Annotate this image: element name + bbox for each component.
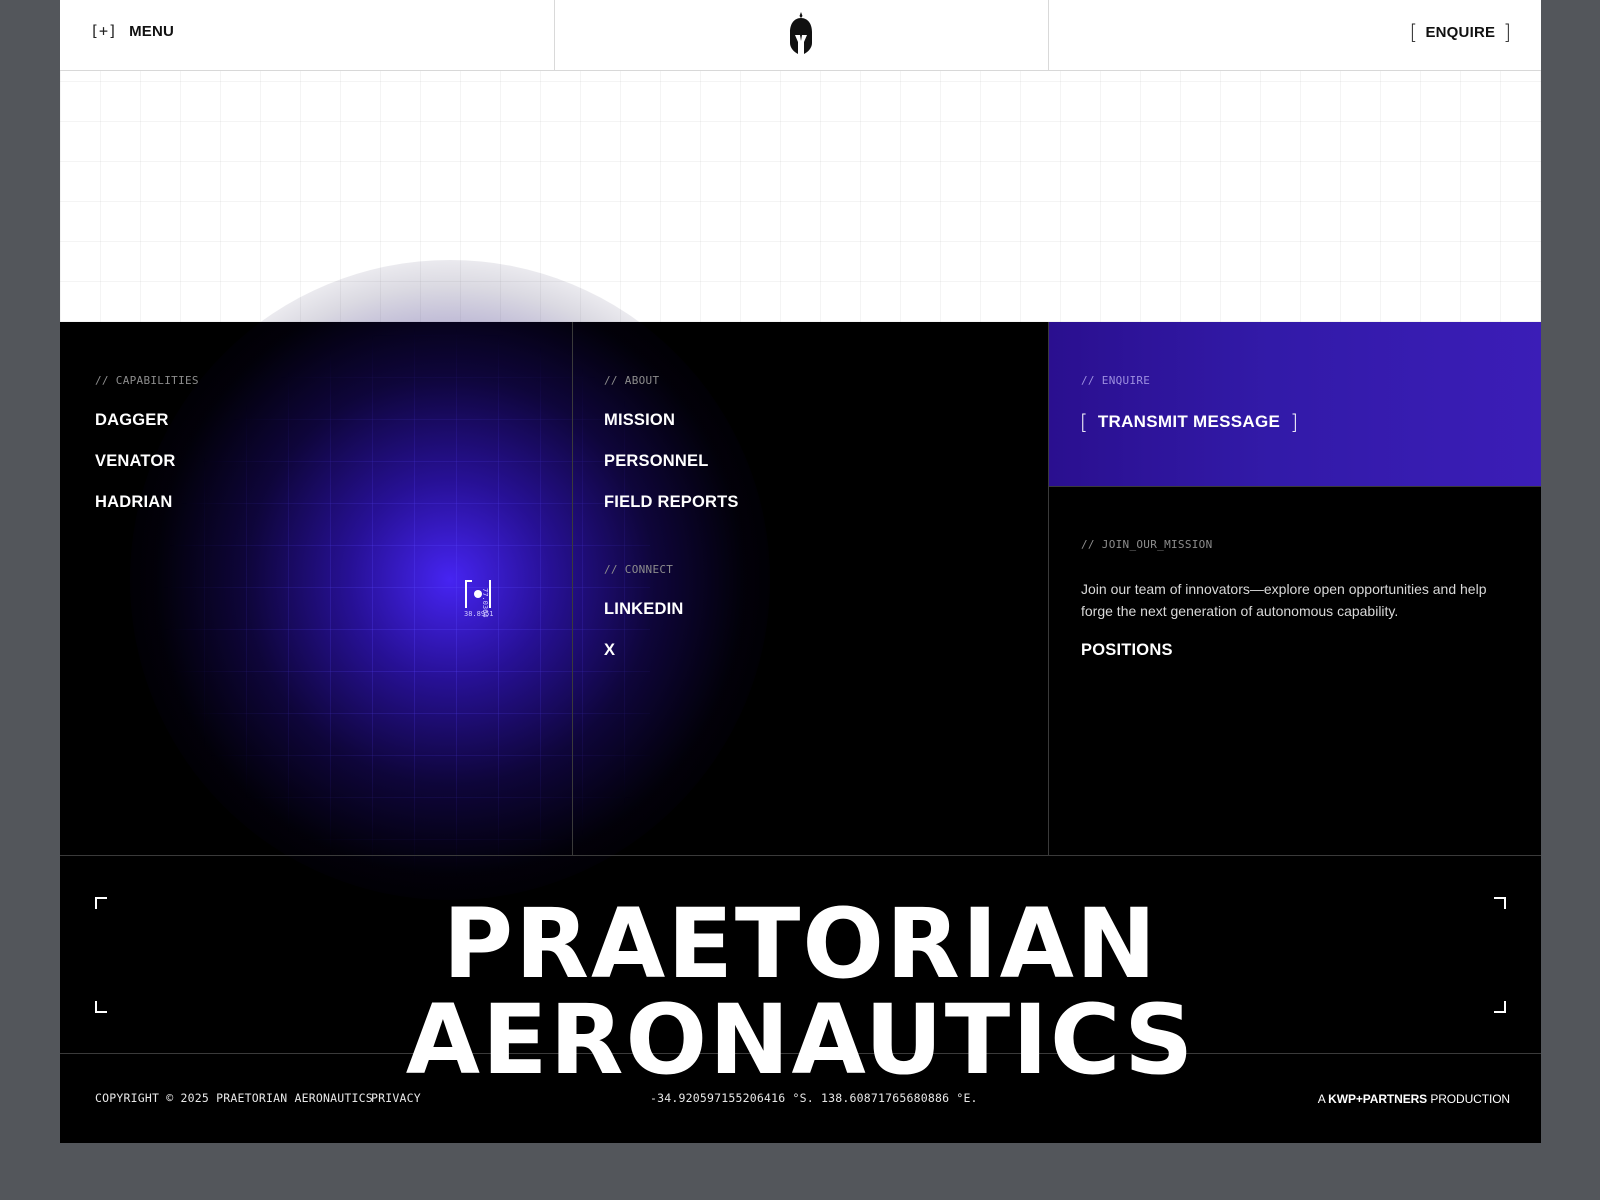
brand-wordmark: PRAETORIAN AERONAUTICS bbox=[405, 888, 1196, 1096]
copyright: COPYRIGHT © 2025 PRAETORIAN AERONAUTICS bbox=[95, 1091, 373, 1105]
nav-link-x[interactable]: X bbox=[604, 641, 615, 660]
bracket-left: [ bbox=[1080, 410, 1088, 434]
about-label: // ABOUT bbox=[604, 374, 660, 387]
transmit-message-label: TRANSMIT MESSAGE bbox=[1097, 412, 1281, 431]
nav-link-dagger[interactable]: DAGGER bbox=[95, 411, 169, 430]
enquire-panel-label: // ENQUIRE bbox=[1081, 374, 1151, 387]
top-bar-divider bbox=[554, 0, 555, 70]
bracket-left: [ bbox=[1409, 20, 1418, 44]
privacy-link[interactable]: PRIVACY bbox=[371, 1091, 421, 1105]
enquire-panel bbox=[1049, 322, 1541, 486]
top-bar: [+] MENU [ ENQUIRE ] bbox=[60, 0, 1541, 71]
nav-link-personnel[interactable]: PERSONNEL bbox=[604, 452, 708, 471]
credit-suffix: PRODUCTION bbox=[1427, 1092, 1510, 1106]
footer-coordinates: -34.920597155206416 °S. 138.608717656808… bbox=[650, 1091, 978, 1105]
plus-icon: [+] bbox=[90, 22, 118, 40]
connect-label: // CONNECT bbox=[604, 563, 674, 576]
hero-white-area: [+] MENU [ ENQUIRE ] bbox=[60, 0, 1541, 322]
radar-grid bbox=[120, 322, 650, 882]
join-description: Join our team of innovators—explore open… bbox=[1081, 581, 1487, 619]
menu-label: MENU bbox=[129, 22, 175, 40]
join-label: // JOIN_OUR_MISSION bbox=[1081, 538, 1213, 551]
nav-link-positions[interactable]: POSITIONS bbox=[1081, 641, 1173, 660]
row-divider bbox=[1049, 486, 1541, 487]
production-credit[interactable]: A KWP+PARTNERS PRODUCTION bbox=[1318, 1092, 1510, 1106]
bracket-right: ] bbox=[1503, 20, 1511, 44]
transmit-message-button[interactable]: [ TRANSMIT MESSAGE ] bbox=[1080, 412, 1298, 432]
nav-link-venator[interactable]: VENATOR bbox=[95, 452, 176, 471]
top-bar-divider bbox=[1048, 0, 1049, 70]
capabilities-label: // CAPABILITIES bbox=[95, 374, 199, 387]
spartan-helmet-icon[interactable] bbox=[789, 12, 813, 56]
enquire-label: ENQUIRE bbox=[1425, 23, 1496, 41]
nav-link-field-reports[interactable]: FIELD REPORTS bbox=[604, 493, 739, 512]
credit-brand: KWP+PARTNERS bbox=[1328, 1092, 1428, 1106]
menu-button[interactable]: [+] MENU bbox=[90, 22, 174, 40]
row-divider bbox=[60, 855, 1541, 856]
marker-latitude: 38.8951 bbox=[464, 610, 494, 618]
nav-link-hadrian[interactable]: HADRIAN bbox=[95, 493, 172, 512]
nav-link-linkedin[interactable]: LINKEDIN bbox=[604, 600, 684, 619]
page: [+] MENU [ ENQUIRE ] // CAPABILITIES DAG… bbox=[60, 0, 1541, 1143]
nav-link-mission[interactable]: MISSION bbox=[604, 411, 675, 430]
bracket-right: ] bbox=[1290, 410, 1298, 434]
credit-prefix: A bbox=[1317, 1092, 1329, 1106]
column-divider bbox=[572, 322, 573, 856]
enquire-button[interactable]: [ ENQUIRE ] bbox=[1410, 22, 1511, 42]
